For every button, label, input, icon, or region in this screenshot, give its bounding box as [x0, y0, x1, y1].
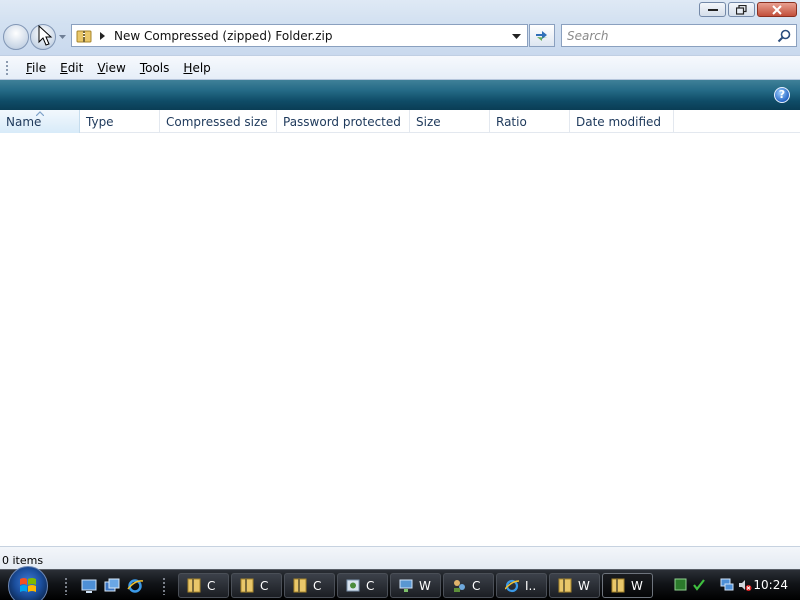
maximize-button[interactable]	[728, 2, 755, 17]
taskbar-button-1-label: C	[207, 578, 216, 593]
folder-icon	[240, 578, 254, 593]
recent-pages-dropdown-icon[interactable]	[58, 33, 67, 41]
taskbar-button-9[interactable]: W	[602, 573, 653, 598]
close-icon	[772, 4, 782, 15]
taskbar-button-5[interactable]: W	[390, 573, 441, 598]
taskbar-button-1[interactable]: C	[178, 573, 229, 598]
file-list[interactable]	[0, 133, 800, 546]
taskbar-button-9-label: W	[631, 578, 643, 593]
column-header-name-label: Name	[6, 115, 42, 129]
column-header-name[interactable]: Name	[0, 110, 80, 133]
column-header-ratio[interactable]: Ratio	[490, 110, 570, 133]
menu-edit-label: dit	[67, 60, 84, 75]
folder-icon	[611, 578, 625, 593]
taskbar-grip[interactable]	[162, 577, 166, 595]
users-icon	[454, 580, 465, 592]
help-icon[interactable]: ?	[774, 87, 790, 103]
taskbar-button-4-label: C	[366, 578, 375, 593]
folder-icon	[187, 578, 201, 593]
menu-bar: File Edit View Tools Help	[0, 55, 800, 80]
taskbar-button-4[interactable]: C	[337, 573, 388, 598]
breadcrumb-arrow-icon[interactable]	[99, 31, 107, 40]
folder-icon	[558, 578, 572, 593]
window-controls	[699, 2, 797, 17]
switch-windows-icon[interactable]	[104, 578, 120, 594]
taskbar-button-6-label: C	[472, 578, 481, 593]
internet-explorer-icon	[505, 579, 519, 593]
address-path: New Compressed (zipped) Folder.zip	[114, 28, 333, 43]
forward-button[interactable]	[30, 24, 56, 50]
menu-edit[interactable]: Edit	[53, 61, 90, 75]
network-status-icon[interactable]	[720, 578, 734, 592]
security-check-icon[interactable]	[692, 578, 706, 592]
taskbar-button-3[interactable]: C	[284, 573, 335, 598]
folder-icon	[293, 578, 307, 593]
menu-view[interactable]: View	[90, 61, 132, 75]
column-header-password-protected[interactable]: Password protected	[277, 110, 410, 133]
taskbar-button-7[interactable]: I..	[496, 573, 547, 598]
windows-logo-icon	[20, 578, 36, 592]
refresh-button[interactable]	[529, 24, 555, 47]
taskbar-button-3-label: C	[313, 578, 322, 593]
zip-folder-icon	[76, 30, 92, 42]
taskbar-button-6[interactable]: C	[443, 573, 494, 598]
volume-muted-icon[interactable]	[738, 578, 752, 592]
search-icon[interactable]	[777, 29, 791, 43]
status-bar: 0 items	[0, 546, 800, 569]
menu-file[interactable]: File	[19, 61, 53, 75]
show-desktop-icon[interactable]	[81, 578, 97, 594]
menu-edit-accesskey: E	[60, 60, 68, 75]
column-header-date-modified-label: Date modified	[576, 115, 662, 129]
taskbar-button-2[interactable]: C	[231, 573, 282, 598]
menu-grip[interactable]	[5, 60, 9, 75]
menu-help[interactable]: Help	[176, 61, 217, 75]
close-button[interactable]	[757, 2, 797, 17]
minimize-icon	[707, 8, 718, 11]
tray-app-icon[interactable]	[674, 578, 688, 592]
back-button[interactable]	[3, 24, 29, 50]
address-bar[interactable]: New Compressed (zipped) Folder.zip	[71, 24, 528, 47]
network-icon	[399, 579, 413, 592]
column-header-compressed-size[interactable]: Compressed size	[160, 110, 277, 133]
restore-icon	[736, 4, 747, 15]
column-headers: Name Type Compressed size Password prote…	[0, 110, 800, 133]
taskbar-button-7-label: I..	[525, 578, 537, 593]
sort-ascending-icon	[36, 111, 44, 116]
address-dropdown-icon[interactable]	[512, 32, 522, 40]
control-panel-icon	[346, 579, 360, 592]
internet-explorer-icon[interactable]	[127, 578, 143, 594]
refresh-icon	[536, 30, 548, 41]
navigation-area: New Compressed (zipped) Folder.zip Searc…	[0, 0, 800, 55]
menu-tools[interactable]: Tools	[133, 61, 177, 75]
taskbar-button-8-label: W	[578, 578, 590, 593]
menu-file-label: ile	[32, 60, 47, 75]
minimize-button[interactable]	[699, 2, 726, 17]
taskbar-button-8[interactable]: W	[549, 573, 600, 598]
column-header-date-modified[interactable]: Date modified	[570, 110, 674, 133]
column-header-ratio-label: Ratio	[496, 115, 527, 129]
menu-help-label: elp	[192, 60, 211, 75]
taskbar-button-2-label: C	[260, 578, 269, 593]
command-bar: ?	[0, 80, 800, 110]
taskbar: C C C C W C I.. W W 10:24	[0, 566, 800, 600]
system-tray: 10:24	[670, 573, 800, 598]
menu-view-label: iew	[105, 60, 126, 75]
menu-tools-label: ools	[145, 60, 170, 75]
column-header-type-label: Type	[86, 115, 114, 129]
search-input[interactable]: Search	[567, 29, 777, 43]
search-box[interactable]: Search	[561, 24, 797, 47]
quick-launch-grip[interactable]	[64, 577, 68, 595]
column-header-compressed-size-label: Compressed size	[166, 115, 268, 129]
column-header-size[interactable]: Size	[410, 110, 490, 133]
status-item-count: 0 items	[2, 554, 44, 567]
column-header-password-protected-label: Password protected	[283, 115, 401, 129]
column-header-size-label: Size	[416, 115, 441, 129]
start-button[interactable]	[8, 566, 48, 600]
clock[interactable]: 10:24	[753, 578, 788, 592]
column-header-type[interactable]: Type	[80, 110, 160, 133]
taskbar-button-5-label: W	[419, 578, 431, 593]
